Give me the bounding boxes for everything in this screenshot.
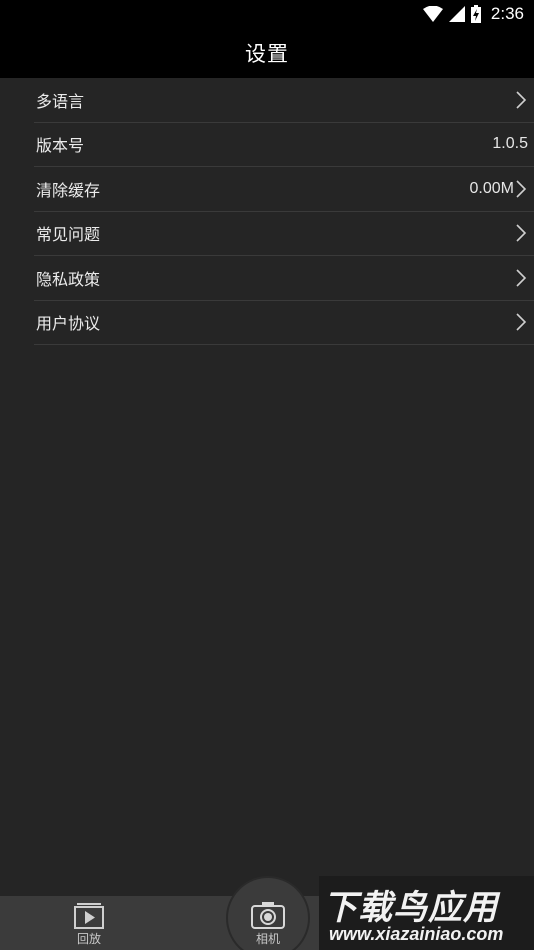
camera-icon [251,902,285,929]
setting-item-faq[interactable]: 常见问题 [34,212,534,256]
setting-label: 清除缓存 [36,180,101,200]
chevron-right-icon [516,224,527,242]
watermark-url: www.xiazainiao.com [329,924,504,944]
watermark-title: 下载鸟应用 [323,888,498,928]
setting-item-clear-cache[interactable]: 清除缓存 0.00M [34,167,534,212]
battery-charging-icon [470,5,481,23]
setting-item-user-agreement[interactable]: 用户协议 [34,301,534,345]
status-time: 2:36 [490,4,524,23]
setting-label: 常见问题 [36,225,101,245]
chevron-right-icon [516,91,527,109]
setting-item-version: 版本号 1.0.5 [34,123,534,167]
cache-size-value: 0.00M [469,179,514,197]
tab-label: 相机 [255,932,280,946]
status-bar: 2:36 [0,0,534,28]
tab-replay[interactable]: 回放 [60,896,118,950]
setting-label: 用户协议 [36,314,101,334]
chevron-right-icon [516,180,527,198]
cellular-signal-icon [448,6,465,22]
setting-label: 隐私政策 [36,269,101,289]
chevron-right-icon [516,269,527,287]
setting-label: 版本号 [36,136,85,156]
setting-label: 多语言 [36,91,85,111]
tab-camera[interactable]: 相机 [238,896,298,950]
settings-list: 多语言 版本号 1.0.5 清除缓存 0.00M 常见问题 隐私政策 用户协议 [0,78,534,345]
status-icons: 2:36 [422,4,524,24]
setting-item-privacy-policy[interactable]: 隐私政策 [34,256,534,301]
title-bar: 设置 [0,28,534,78]
tab-label: 回放 [76,932,101,946]
wifi-icon [422,6,443,22]
version-value: 1.0.5 [492,135,528,153]
page-title: 设置 [245,42,289,66]
chevron-right-icon [516,313,527,331]
watermark: 下载鸟应用 www.xiazainiao.com [319,876,534,950]
playback-icon [74,903,104,929]
setting-item-language[interactable]: 多语言 [34,78,534,123]
